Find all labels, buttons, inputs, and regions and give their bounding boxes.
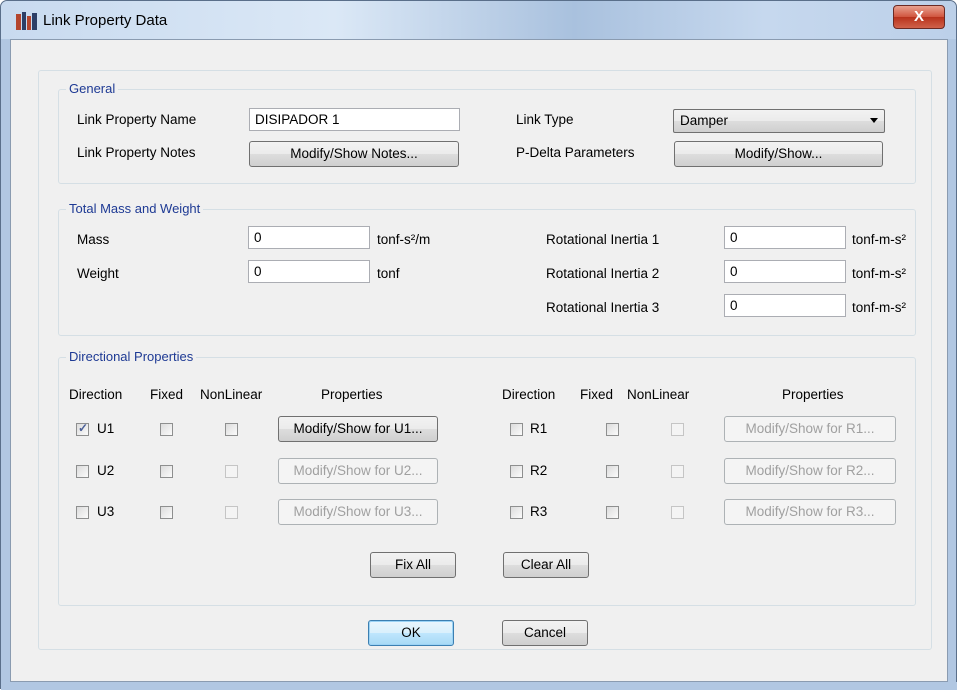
rot-inertia-1-label: Rotational Inertia 1 bbox=[546, 232, 660, 247]
header-nonlinear-right: NonLinear bbox=[627, 387, 690, 402]
r1-label: R1 bbox=[530, 421, 548, 436]
dialog-window: Link Property Data X General Link Proper… bbox=[0, 0, 957, 690]
u3-nonlinear-checkbox[interactable] bbox=[225, 506, 238, 519]
clear-all-button[interactable]: Clear All bbox=[503, 552, 589, 578]
weight-unit: tonf bbox=[377, 266, 400, 281]
general-title: General bbox=[66, 81, 119, 96]
r3-direction-checkbox[interactable] bbox=[510, 506, 523, 519]
weight-field[interactable]: 0 bbox=[248, 260, 370, 283]
modify-r1-button[interactable]: Modify/Show for R1... bbox=[724, 416, 896, 442]
modify-r3-button[interactable]: Modify/Show for R3... bbox=[724, 499, 896, 525]
r2-label: R2 bbox=[530, 463, 548, 478]
pdelta-modify-button[interactable]: Modify/Show... bbox=[674, 141, 883, 167]
header-properties-left: Properties bbox=[321, 387, 383, 402]
r3-fixed-checkbox[interactable] bbox=[606, 506, 619, 519]
r1-fixed-checkbox[interactable] bbox=[606, 423, 619, 436]
pdelta-label: P-Delta Parameters bbox=[516, 145, 635, 160]
rot-inertia-1-field[interactable]: 0 bbox=[724, 226, 846, 249]
modify-r2-button[interactable]: Modify/Show for R2... bbox=[724, 458, 896, 484]
u1-label: U1 bbox=[97, 421, 115, 436]
u2-fixed-checkbox[interactable] bbox=[160, 465, 173, 478]
modify-u2-button[interactable]: Modify/Show for U2... bbox=[278, 458, 438, 484]
dialog-body: General Link Property Name DISIPADOR 1 L… bbox=[10, 39, 948, 682]
header-nonlinear-left: NonLinear bbox=[200, 387, 263, 402]
u1-direction-checkbox[interactable]: ✓ bbox=[76, 421, 89, 436]
r2-nonlinear-checkbox[interactable] bbox=[671, 465, 684, 478]
r2-direction-checkbox[interactable] bbox=[510, 465, 523, 478]
link-notes-label: Link Property Notes bbox=[77, 145, 196, 160]
u3-direction-checkbox[interactable] bbox=[76, 506, 89, 519]
window-title: Link Property Data bbox=[43, 12, 168, 29]
rot-inertia-3-label: Rotational Inertia 3 bbox=[546, 300, 660, 315]
u2-nonlinear-checkbox[interactable] bbox=[225, 465, 238, 478]
rot-inertia-2-label: Rotational Inertia 2 bbox=[546, 266, 660, 281]
close-button[interactable]: X bbox=[893, 5, 945, 29]
r2-fixed-checkbox[interactable] bbox=[606, 465, 619, 478]
rot-inertia-2-unit: tonf-m-s² bbox=[852, 266, 906, 281]
rot-inertia-3-unit: tonf-m-s² bbox=[852, 300, 906, 315]
modify-u3-button[interactable]: Modify/Show for U3... bbox=[278, 499, 438, 525]
rot-inertia-1-unit: tonf-m-s² bbox=[852, 232, 906, 247]
link-type-label: Link Type bbox=[516, 112, 574, 127]
u3-label: U3 bbox=[97, 504, 115, 519]
r3-label: R3 bbox=[530, 504, 548, 519]
u1-nonlinear-checkbox[interactable] bbox=[225, 423, 238, 436]
u2-label: U2 bbox=[97, 463, 115, 478]
u1-fixed-checkbox[interactable] bbox=[160, 423, 173, 436]
link-type-value: Damper bbox=[680, 113, 729, 128]
header-properties-right: Properties bbox=[782, 387, 844, 402]
chevron-down-icon bbox=[870, 118, 878, 123]
header-direction-left: Direction bbox=[69, 387, 123, 402]
mass-label: Mass bbox=[77, 232, 110, 247]
header-fixed-right: Fixed bbox=[580, 387, 614, 402]
content-panel: General Link Property Name DISIPADOR 1 L… bbox=[38, 70, 932, 650]
r1-direction-checkbox[interactable] bbox=[510, 423, 523, 436]
mass-field[interactable]: 0 bbox=[248, 226, 370, 249]
ok-button[interactable]: OK bbox=[368, 620, 454, 646]
mass-group: Total Mass and Weight Mass 0 tonf-s²/m W… bbox=[58, 201, 916, 336]
weight-label: Weight bbox=[77, 266, 119, 281]
header-direction-right: Direction bbox=[502, 387, 556, 402]
link-type-select[interactable]: Damper bbox=[673, 109, 885, 133]
rot-inertia-3-field[interactable]: 0 bbox=[724, 294, 846, 317]
r1-nonlinear-checkbox[interactable] bbox=[671, 423, 684, 436]
app-icon bbox=[16, 12, 37, 30]
r3-nonlinear-checkbox[interactable] bbox=[671, 506, 684, 519]
mass-unit: tonf-s²/m bbox=[377, 232, 431, 247]
fix-all-button[interactable]: Fix All bbox=[370, 552, 456, 578]
modify-notes-button[interactable]: Modify/Show Notes... bbox=[249, 141, 459, 167]
directional-group: Directional Properties Direction Fixed N… bbox=[58, 349, 916, 606]
mass-title: Total Mass and Weight bbox=[66, 201, 204, 216]
directional-title: Directional Properties bbox=[66, 349, 197, 364]
checkmark-icon: ✓ bbox=[78, 421, 89, 435]
header-fixed-left: Fixed bbox=[150, 387, 184, 402]
cancel-button[interactable]: Cancel bbox=[502, 620, 588, 646]
u2-direction-checkbox[interactable] bbox=[76, 465, 89, 478]
link-name-label: Link Property Name bbox=[77, 112, 197, 127]
modify-u1-button[interactable]: Modify/Show for U1... bbox=[278, 416, 438, 442]
link-name-field[interactable]: DISIPADOR 1 bbox=[249, 108, 460, 131]
rot-inertia-2-field[interactable]: 0 bbox=[724, 260, 846, 283]
u3-fixed-checkbox[interactable] bbox=[160, 506, 173, 519]
title-bar: Link Property Data X bbox=[1, 1, 956, 39]
general-group: General Link Property Name DISIPADOR 1 L… bbox=[58, 81, 916, 184]
